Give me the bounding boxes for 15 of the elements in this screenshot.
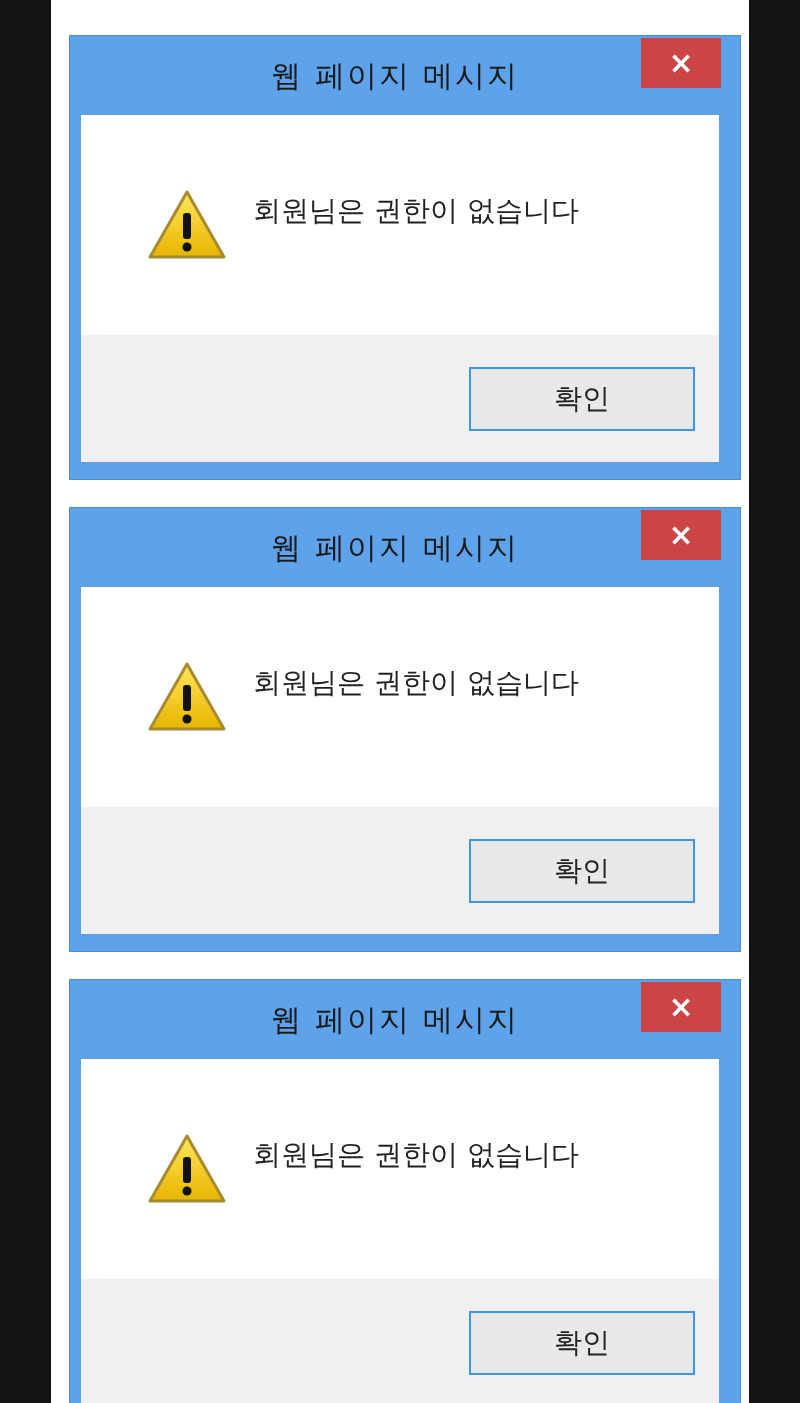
warning-icon <box>147 1133 227 1205</box>
ok-button[interactable]: 확인 <box>469 1310 695 1375</box>
ok-button[interactable]: 확인 <box>469 838 695 903</box>
close-button[interactable]: × <box>641 982 721 1032</box>
window-title: 웹 페이지 메시지 <box>271 57 519 95</box>
window-title: 웹 페이지 메시지 <box>271 529 519 567</box>
message-text: 회원님은 권한이 없습니다 <box>253 1137 579 1173</box>
message-text: 회원님은 권한이 없습니다 <box>253 193 579 229</box>
ok-button[interactable]: 확인 <box>469 366 695 431</box>
window-title: 웹 페이지 메시지 <box>271 1001 519 1039</box>
close-button[interactable]: × <box>641 510 721 560</box>
warning-icon <box>147 189 227 261</box>
close-button[interactable]: × <box>641 38 721 88</box>
message-text: 회원님은 권한이 없습니다 <box>253 665 579 701</box>
warning-icon <box>147 661 227 733</box>
